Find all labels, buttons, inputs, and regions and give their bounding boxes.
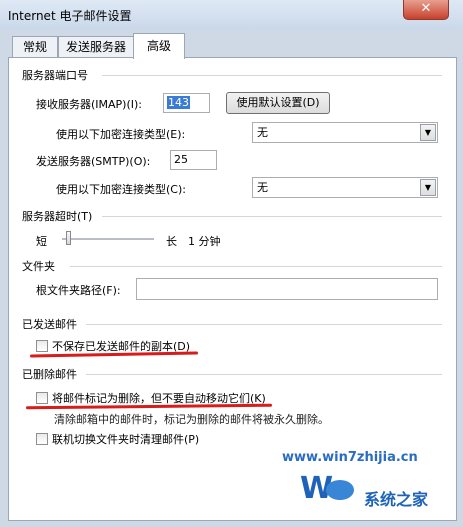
window-title: Internet 电子邮件设置 — [8, 9, 132, 23]
dropdown-arrow-icon[interactable]: ▼ — [420, 179, 436, 196]
mark-for-deletion-note: 清除邮箱中的邮件时，标记为删除的邮件将被永久删除。 — [54, 413, 329, 426]
group-deleted-items: 已删除邮件 — [22, 368, 77, 381]
incoming-encryption-select[interactable]: 无 ▼ — [252, 122, 438, 143]
use-defaults-button[interactable]: 使用默认设置(D) — [226, 92, 330, 114]
tab-general[interactable]: 常规 — [12, 36, 58, 58]
purge-on-switch-checkbox[interactable] — [36, 433, 48, 445]
watermark-logo-icon: W — [298, 468, 358, 508]
timeout-long-label: 长 — [166, 235, 177, 248]
divider — [70, 266, 442, 267]
incoming-port-value: 143 — [167, 96, 190, 109]
outgoing-encryption-value: 无 — [257, 181, 268, 194]
group-server-ports: 服务器端口号 — [22, 69, 88, 82]
outgoing-encryption-select[interactable]: 无 ▼ — [252, 177, 438, 198]
root-folder-input[interactable] — [136, 278, 438, 300]
divider — [102, 216, 442, 217]
divider — [102, 75, 442, 76]
incoming-encryption-value: 无 — [257, 126, 268, 139]
group-folders: 文件夹 — [22, 260, 55, 273]
timeout-short-label: 短 — [36, 235, 47, 248]
dont-save-sent-checkbox[interactable] — [36, 340, 48, 352]
timeout-slider-track[interactable] — [62, 238, 154, 240]
watermark-brand: 系统之家 — [364, 490, 429, 509]
incoming-server-label: 接收服务器(IMAP)(I): — [36, 98, 143, 111]
timeout-slider-thumb[interactable] — [66, 231, 71, 245]
group-sent-items: 已发送邮件 — [22, 318, 77, 331]
divider — [86, 374, 442, 375]
outgoing-server-label: 发送服务器(SMTP)(O): — [36, 155, 151, 168]
incoming-port-input[interactable]: 143 — [163, 93, 210, 113]
outgoing-port-input[interactable]: 25 — [170, 150, 217, 170]
purge-on-switch-label[interactable]: 联机切换文件夹时清理邮件(P) — [52, 431, 199, 447]
root-folder-label: 根文件夹路径(F): — [36, 284, 121, 297]
dropdown-arrow-icon[interactable]: ▼ — [420, 124, 436, 141]
timeout-value: 1 分钟 — [188, 235, 221, 248]
incoming-encryption-label: 使用以下加密连接类型(E): — [56, 128, 186, 141]
watermark-site: www.win7zhijia.cn — [282, 450, 418, 465]
tab-advanced[interactable]: 高级 — [133, 33, 185, 59]
group-server-timeout: 服务器超时(T) — [22, 210, 93, 223]
close-button[interactable]: ✕ — [403, 0, 449, 20]
divider — [86, 324, 442, 325]
mark-for-deletion-checkbox[interactable] — [36, 392, 48, 404]
outgoing-encryption-label: 使用以下加密连接类型(C): — [56, 183, 186, 196]
tab-outgoing-server[interactable]: 发送服务器 — [58, 36, 134, 58]
